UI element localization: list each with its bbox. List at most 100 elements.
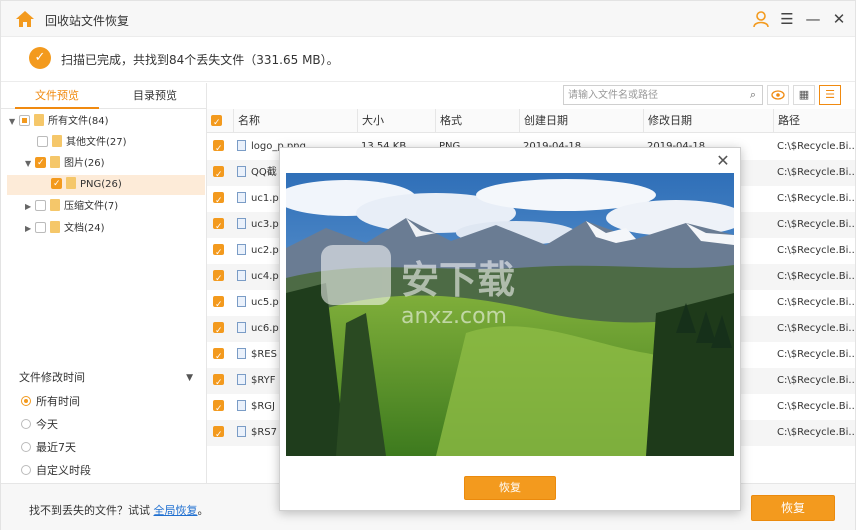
grid-icon: ▦ — [798, 88, 810, 101]
row-checkbox[interactable] — [213, 422, 224, 446]
cell-path: C:\$Recycle.Bi... — [777, 368, 855, 394]
tree-item-png[interactable]: PNG(26) — [7, 174, 205, 195]
col-size[interactable]: 大小 — [357, 109, 435, 133]
col-modified[interactable]: 修改日期 — [643, 109, 773, 133]
row-checkbox[interactable] — [213, 292, 224, 316]
cell-path: C:\$Recycle.Bi... — [777, 134, 855, 160]
select-all-checkbox[interactable] — [211, 111, 222, 135]
checkbox[interactable] — [51, 174, 62, 194]
row-checkbox-cell — [213, 420, 231, 446]
cell-text: C:\$Recycle.Bi... — [777, 141, 855, 152]
search-icon[interactable]: ⌕ — [750, 88, 756, 102]
row-checkbox[interactable] — [213, 240, 224, 264]
radio-button[interactable] — [21, 419, 31, 429]
cell-text: QQ截 — [251, 167, 277, 178]
cell-text: $RYF — [251, 375, 276, 386]
row-checkbox[interactable] — [213, 214, 224, 238]
expand-arrow-icon[interactable]: ▼ — [25, 154, 35, 174]
tab-file-preview[interactable]: 文件预览 — [15, 83, 99, 109]
cell-text: C:\$Recycle.Bi... — [777, 297, 855, 308]
row-checkbox[interactable] — [213, 188, 224, 212]
filter-header[interactable]: 文件修改时间 ▼ — [7, 366, 203, 390]
tree-item-images[interactable]: ▼ 图片(26) — [25, 153, 105, 174]
image-file-icon — [237, 140, 246, 151]
folder-icon — [52, 135, 62, 147]
cell-text: uc1.p — [251, 193, 279, 204]
row-checkbox[interactable] — [213, 266, 224, 290]
collapse-arrow-icon[interactable]: ▶ — [25, 197, 35, 217]
hint-label: 找不到丢失的文件？试试 — [29, 504, 150, 517]
cell-text: C:\$Recycle.Bi... — [777, 401, 855, 412]
row-checkbox[interactable] — [213, 318, 224, 342]
modal-recover-button[interactable]: 恢复 — [464, 476, 556, 500]
row-checkbox[interactable] — [213, 370, 224, 394]
radio-button[interactable] — [21, 465, 31, 475]
radio-all-time[interactable]: 所有时间 — [7, 390, 203, 413]
close-icon[interactable]: ✕ — [714, 152, 732, 170]
cell-path: C:\$Recycle.Bi... — [777, 264, 855, 290]
preview-tabs: 文件预览 目录预览 — [1, 83, 207, 109]
hint-text: 找不到丢失的文件？试试 全局恢复。 — [29, 502, 209, 518]
hint-end: 。 — [197, 504, 209, 517]
col-path[interactable]: 路径 — [773, 109, 855, 133]
row-checkbox[interactable] — [213, 136, 224, 160]
col-created[interactable]: 创建日期 — [519, 109, 643, 133]
image-preview-dialog: ✕ 安下载 anxz.com 恢复 — [279, 147, 741, 511]
radio-custom-range[interactable]: 自定义时段 — [7, 459, 203, 482]
minimize-icon[interactable]: — — [803, 9, 823, 29]
row-checkbox[interactable] — [213, 162, 224, 186]
filter-title: 文件修改时间 — [19, 371, 85, 384]
checkbox[interactable] — [19, 115, 30, 126]
tree-item-archives[interactable]: ▶ 压缩文件(7) — [25, 197, 118, 217]
col-format[interactable]: 格式 — [435, 109, 519, 133]
collapse-arrow-icon[interactable]: ▶ — [25, 219, 35, 239]
close-icon[interactable]: ✕ — [829, 9, 849, 29]
row-checkbox-cell — [213, 316, 231, 342]
tree-item-all[interactable]: ▼ 所有文件(84) — [9, 112, 109, 132]
expand-arrow-icon[interactable]: ▼ — [9, 112, 19, 132]
image-file-icon — [237, 166, 246, 177]
chevron-down-icon[interactable]: ▼ — [186, 366, 193, 390]
checkbox[interactable] — [37, 136, 48, 147]
recover-button[interactable]: 恢复 — [751, 495, 835, 521]
checkbox[interactable] — [35, 222, 46, 233]
folder-icon — [50, 221, 60, 233]
cell-path: C:\$Recycle.Bi... — [777, 394, 855, 420]
radio-button[interactable] — [21, 442, 31, 452]
folder-icon — [50, 156, 60, 168]
tree-item-other[interactable]: 其他文件(27) — [27, 133, 127, 153]
cell-text: $RES — [251, 349, 277, 360]
image-file-icon — [237, 296, 246, 307]
tree-item-docs[interactable]: ▶ 文档(24) — [25, 219, 105, 239]
row-checkbox[interactable] — [213, 344, 224, 368]
home-icon[interactable] — [15, 10, 35, 28]
radio-button[interactable] — [21, 396, 31, 406]
row-checkbox-cell — [213, 160, 231, 186]
checkbox[interactable] — [35, 153, 46, 173]
search-input[interactable] — [564, 86, 736, 104]
menu-icon[interactable]: ☰ — [777, 9, 797, 29]
list-view-button[interactable]: ☰ — [819, 85, 841, 105]
tab-dir-preview[interactable]: 目录预览 — [113, 83, 197, 109]
preview-eye-button[interactable] — [767, 85, 789, 105]
image-file-icon — [237, 322, 246, 333]
preview-image: 安下载 anxz.com — [286, 173, 734, 456]
cell-text: C:\$Recycle.Bi... — [777, 167, 855, 178]
row-checkbox-cell — [213, 394, 231, 420]
global-recover-link[interactable]: 全局恢复 — [154, 504, 198, 517]
checkbox[interactable] — [35, 200, 46, 211]
image-file-icon — [237, 426, 246, 437]
grid-view-button[interactable]: ▦ — [793, 85, 815, 105]
scan-status-bar: ✓ 扫描已完成，共找到84个丢失文件（331.65 MB）。 — [1, 37, 855, 82]
user-icon[interactable] — [751, 9, 771, 29]
radio-last-7-days[interactable]: 最近7天 — [7, 436, 203, 459]
radio-today[interactable]: 今天 — [7, 413, 203, 436]
image-file-icon — [237, 244, 246, 255]
search-box: ⌕ — [563, 85, 763, 105]
row-checkbox[interactable] — [213, 396, 224, 420]
header-checkbox-cell — [207, 109, 233, 135]
col-name[interactable]: 名称 — [233, 109, 357, 133]
eye-icon — [771, 90, 785, 100]
cell-text: C:\$Recycle.Bi... — [777, 193, 855, 204]
cell-text: uc4.p — [251, 271, 279, 282]
